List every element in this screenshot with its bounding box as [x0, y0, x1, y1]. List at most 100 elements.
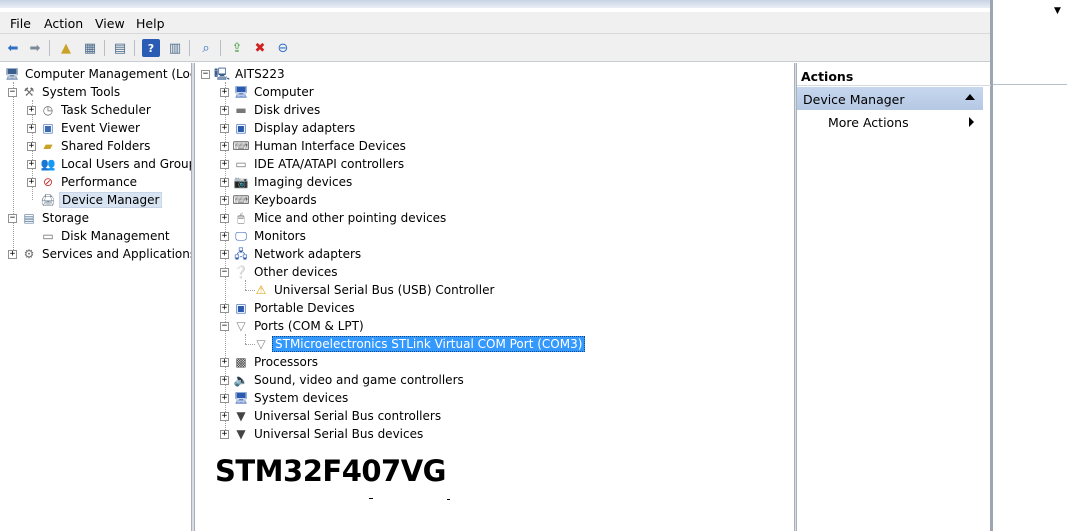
- collapse-icon[interactable]: −: [201, 69, 210, 79]
- submenu-arrow-icon[interactable]: [969, 117, 974, 127]
- more-actions-item[interactable]: More Actions: [828, 115, 909, 130]
- tree-node-event-viewer[interactable]: + ▣ Event Viewer: [27, 119, 142, 137]
- warning-icon: ⚠: [255, 283, 267, 297]
- tree-node-computer-management[interactable]: 🖥 Computer Management (Local: [4, 65, 191, 83]
- device-category-ports[interactable]: − ▽ Ports (COM & LPT): [220, 317, 366, 335]
- device-usb-controller-unknown[interactable]: ⚠ Universal Serial Bus (USB) Controller: [253, 281, 496, 299]
- show-hide-tree-icon[interactable]: ▦: [81, 39, 99, 57]
- help-icon[interactable]: ?: [142, 39, 160, 57]
- collapse-icon[interactable]: −: [8, 87, 17, 97]
- device-category-imaging[interactable]: + 📷 Imaging devices: [220, 173, 354, 191]
- actions-section-device-manager[interactable]: Device Manager: [797, 87, 983, 110]
- forward-arrow-icon[interactable]: ➡: [26, 39, 44, 57]
- device-stlink-com-port[interactable]: ▽ STMicroelectronics STLink Virtual COM …: [253, 335, 586, 353]
- device-category-disk-drives[interactable]: + ▬ Disk drives: [220, 101, 322, 119]
- tree-node-task-scheduler[interactable]: + ◷ Task Scheduler: [27, 101, 153, 119]
- menu-file[interactable]: File: [10, 16, 31, 31]
- show-action-pane-icon[interactable]: ▥: [166, 39, 184, 57]
- menu-action[interactable]: Action: [44, 16, 83, 31]
- expand-icon[interactable]: +: [220, 159, 229, 169]
- back-arrow-icon[interactable]: ⬅: [4, 39, 22, 57]
- tree-label: Other devices: [254, 265, 338, 279]
- expand-icon[interactable]: +: [220, 393, 229, 403]
- device-category-usb-controllers[interactable]: + ▼ Universal Serial Bus controllers: [220, 407, 443, 425]
- device-category-other[interactable]: − ❔ Other devices: [220, 263, 340, 281]
- network-adapter-icon: 🖧: [234, 247, 248, 261]
- tree-label: Universal Serial Bus devices: [254, 427, 424, 441]
- tree-node-device-manager[interactable]: 🖨 Device Manager: [27, 191, 163, 209]
- expand-icon[interactable]: +: [220, 123, 229, 133]
- properties-icon[interactable]: ▤: [111, 39, 129, 57]
- toolbar-separator: [49, 40, 50, 56]
- expand-icon[interactable]: +: [220, 411, 229, 421]
- expand-icon[interactable]: +: [220, 303, 229, 313]
- tree-node-services-applications[interactable]: + ⚙ Services and Applications: [8, 245, 191, 263]
- menu-view[interactable]: View: [95, 16, 125, 31]
- device-category-display-adapters[interactable]: + ▣ Display adapters: [220, 119, 357, 137]
- device-tree-root[interactable]: − 🖳 AITS223: [201, 65, 287, 83]
- ide-controller-icon: ▭: [235, 157, 247, 171]
- expand-icon[interactable]: +: [220, 357, 229, 367]
- device-category-sound[interactable]: + 🔈 Sound, video and game controllers: [220, 371, 466, 389]
- device-category-network[interactable]: + 🖧 Network adapters: [220, 245, 363, 263]
- disable-device-icon[interactable]: ⊖: [274, 39, 292, 57]
- expand-icon[interactable]: +: [27, 105, 36, 115]
- device-category-hid[interactable]: + ⌨ Human Interface Devices: [220, 137, 408, 155]
- device-category-ide[interactable]: + ▭ IDE ATA/ATAPI controllers: [220, 155, 406, 173]
- tools-icon: ⚒: [23, 85, 35, 99]
- expand-icon[interactable]: +: [27, 159, 36, 169]
- tree-label: Universal Serial Bus (USB) Controller: [274, 283, 495, 297]
- collapse-icon[interactable]: −: [8, 213, 17, 223]
- device-category-system[interactable]: + 🖥 System devices: [220, 389, 350, 407]
- tree-node-storage[interactable]: − ▤ Storage: [8, 209, 91, 227]
- expand-icon[interactable]: +: [220, 141, 229, 151]
- storage-icon: ▤: [23, 211, 35, 225]
- menu-help[interactable]: Help: [136, 16, 165, 31]
- collapse-icon[interactable]: −: [220, 321, 229, 331]
- collapse-icon[interactable]: −: [220, 267, 229, 277]
- expand-icon[interactable]: +: [220, 429, 229, 439]
- tree-label: Task Scheduler: [61, 103, 151, 117]
- scan-hardware-icon[interactable]: ⌕: [197, 39, 215, 57]
- port-icon: ▽: [256, 337, 266, 351]
- expand-icon[interactable]: +: [220, 195, 229, 205]
- expand-icon[interactable]: +: [27, 177, 36, 187]
- tree-node-local-users-groups[interactable]: + 👥 Local Users and Groups: [27, 155, 191, 173]
- computer-management-icon: 🖥: [4, 67, 20, 81]
- device-category-processors[interactable]: + ▩ Processors: [220, 353, 320, 371]
- mouse-icon: 🖱: [237, 211, 245, 225]
- shared-folder-icon: ▰: [43, 139, 53, 153]
- title-bar-strip: [0, 0, 990, 8]
- up-folder-icon[interactable]: ▲: [57, 39, 75, 57]
- performance-icon: ⊘: [42, 175, 54, 189]
- tree-node-disk-management[interactable]: ▭ Disk Management: [27, 227, 172, 245]
- device-category-keyboards[interactable]: + ⌨ Keyboards: [220, 191, 319, 209]
- expand-icon[interactable]: +: [220, 231, 229, 241]
- update-driver-icon[interactable]: ⇪: [228, 39, 246, 57]
- device-category-usb-devices[interactable]: + ▼ Universal Serial Bus devices: [220, 425, 425, 443]
- expand-icon[interactable]: +: [27, 123, 36, 133]
- tree-label: Imaging devices: [254, 175, 353, 189]
- dropdown-arrow-icon[interactable]: ▼: [1054, 6, 1061, 16]
- device-category-mice[interactable]: + 🖱 Mice and other pointing devices: [220, 209, 448, 227]
- expand-icon[interactable]: +: [220, 87, 229, 97]
- tree-label: AITS223: [235, 67, 285, 81]
- tree-label: Event Viewer: [61, 121, 140, 135]
- expand-icon[interactable]: +: [220, 177, 229, 187]
- expand-icon[interactable]: +: [220, 105, 229, 115]
- device-category-monitors[interactable]: + 🖵 Monitors: [220, 227, 308, 245]
- collapse-arrow-icon[interactable]: [965, 94, 975, 100]
- expand-icon[interactable]: +: [8, 249, 17, 259]
- expand-icon[interactable]: +: [220, 249, 229, 259]
- tree-node-performance[interactable]: + ⊘ Performance: [27, 173, 139, 191]
- expand-icon[interactable]: +: [27, 141, 36, 151]
- uninstall-device-icon[interactable]: ✖: [251, 39, 269, 57]
- expand-icon[interactable]: +: [220, 375, 229, 385]
- tree-node-system-tools[interactable]: − ⚒ System Tools: [8, 83, 122, 101]
- tree-node-shared-folders[interactable]: + ▰ Shared Folders: [27, 137, 152, 155]
- stray-mark: [369, 498, 373, 499]
- computer-icon: 🖥: [233, 85, 249, 99]
- device-category-computer[interactable]: + 🖥 Computer: [220, 83, 316, 101]
- expand-icon[interactable]: +: [220, 213, 229, 223]
- device-category-portable[interactable]: + ▣ Portable Devices: [220, 299, 357, 317]
